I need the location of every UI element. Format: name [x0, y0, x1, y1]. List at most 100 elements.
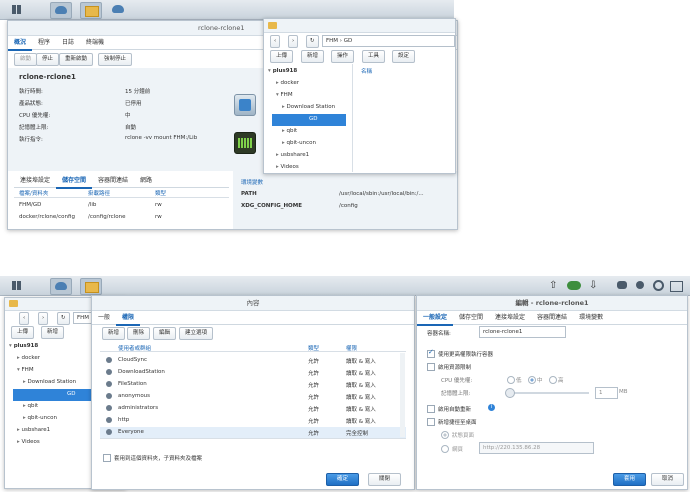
create-button[interactable]: 新增	[301, 50, 325, 63]
tree-item[interactable]: ▸ Download Station	[23, 379, 76, 385]
tools-button[interactable]: 工具	[362, 50, 386, 63]
upload-button[interactable]: 上傳	[11, 326, 35, 339]
permission-row[interactable]: administrators 允許 讀取 & 寫入	[100, 403, 406, 414]
tab-links[interactable]: 容器間連結	[531, 311, 573, 324]
back-button[interactable]: ‹	[19, 312, 30, 325]
tab-general[interactable]: 一般	[92, 311, 116, 324]
tree-item[interactable]: GD	[23, 391, 76, 397]
tab-log[interactable]: 日誌	[56, 36, 80, 49]
cloud-sync-icon[interactable]	[564, 278, 584, 293]
memory-limit-input[interactable]: 1	[595, 387, 618, 399]
tree-item[interactable]: ▸ usbshare1	[17, 427, 50, 433]
permission-row[interactable]: FileStation 允許 讀取 & 寫入	[100, 379, 406, 390]
delete-permission-button[interactable]: 刪除	[127, 327, 151, 340]
desktop-shortcut-checkbox[interactable]	[427, 418, 435, 426]
permission-row[interactable]: CloudSync 允許 讀取 & 寫入	[100, 355, 406, 366]
edit-permission-button[interactable]: 編輯	[153, 327, 177, 340]
tree-item[interactable]: GD	[282, 116, 318, 122]
tree-item[interactable]: ▾ FHM	[276, 92, 293, 98]
refresh-button[interactable]: ↻	[306, 35, 319, 48]
chat-icon[interactable]	[612, 278, 632, 293]
add-permission-button[interactable]: 新增	[102, 327, 126, 340]
tree-item[interactable]: ▸ Download Station	[282, 104, 335, 110]
cpu-low-radio[interactable]	[507, 376, 515, 384]
upload-tray-icon[interactable]: ⇧	[544, 278, 564, 293]
docker2-taskbar-button[interactable]	[108, 2, 128, 17]
tab-port-settings[interactable]: 連接埠設定	[489, 311, 531, 324]
apply-subfolders-checkbox[interactable]	[103, 454, 111, 462]
tab-volumes[interactable]: 儲存空間	[56, 174, 93, 189]
main-menu-button[interactable]	[6, 2, 26, 17]
info-icon[interactable]: i	[488, 404, 495, 411]
tree-item[interactable]: ▸ qbit-uncon	[23, 415, 57, 421]
web-radio[interactable]	[441, 445, 449, 453]
cpu-high-radio[interactable]	[549, 376, 557, 384]
filestation-taskbar-button[interactable]	[80, 278, 102, 295]
forward-button[interactable]: ›	[38, 312, 49, 325]
widgets-icon[interactable]	[666, 278, 686, 293]
container-name-input[interactable]: rclone-rclone1	[479, 326, 566, 338]
permission-level: 讀取 & 寫入	[346, 395, 376, 401]
tab-network[interactable]: 網路	[134, 174, 158, 187]
back-button[interactable]: ‹	[270, 35, 281, 48]
tree-item[interactable]: ▸ usbshare1	[276, 152, 309, 158]
tree-item[interactable]: ▾ plus918	[9, 343, 38, 349]
cancel-button[interactable]: 取消	[651, 473, 685, 486]
ok-button[interactable]: 確定	[326, 473, 360, 486]
tree-item-label: GD	[309, 116, 318, 122]
privileged-checkbox[interactable]: ✓	[427, 348, 435, 358]
stop-button[interactable]: 停止	[36, 53, 60, 66]
permission-row[interactable]: http 允許 讀取 & 寫入	[100, 415, 406, 426]
tab-volume[interactable]: 儲存空間	[453, 311, 489, 324]
tab-ports[interactable]: 連接埠設定	[14, 174, 56, 187]
column-name-header[interactable]: 名稱	[361, 67, 372, 75]
tab-environment[interactable]: 環境變數	[573, 311, 609, 324]
resource-limit-checkbox[interactable]	[427, 363, 435, 371]
tree-item[interactable]: ▸ docker	[17, 355, 40, 361]
filestation-taskbar-button[interactable]	[80, 2, 102, 19]
apply-button[interactable]: 套用	[613, 473, 647, 486]
forward-button[interactable]: ›	[288, 35, 299, 48]
tab-overview[interactable]: 概況	[8, 36, 33, 51]
upload-button[interactable]: 上傳	[270, 50, 294, 63]
download-tray-icon[interactable]: ⇩	[584, 278, 604, 293]
list-scrollbar[interactable]	[400, 353, 405, 437]
tab-terminal[interactable]: 終端機	[80, 36, 110, 49]
memory-slider-track[interactable]	[507, 392, 589, 394]
tree-item[interactable]: ▸ qbit-uncon	[282, 140, 316, 146]
tab-permissions[interactable]: 權限	[116, 311, 141, 326]
permission-row[interactable]: anonymous 允許 讀取 & 寫入	[100, 391, 406, 402]
search-icon[interactable]	[648, 278, 668, 293]
force-stop-button[interactable]: 強制停止	[98, 53, 133, 66]
tree-item[interactable]: ▾ FHM	[17, 367, 34, 373]
status-page-radio[interactable]	[441, 431, 449, 439]
tree-item[interactable]: ▸ docker	[276, 80, 299, 86]
create-button[interactable]: 新增	[41, 326, 65, 339]
autostart-checkbox[interactable]	[427, 405, 435, 413]
memory-slider-handle[interactable]	[505, 388, 515, 398]
user-icon[interactable]	[630, 278, 650, 293]
settings-button[interactable]: 設定	[392, 50, 416, 63]
tree-item[interactable]: ▾ plus918	[268, 68, 297, 74]
permission-row[interactable]: DownloadStation 允許 讀取 & 寫入	[100, 367, 406, 378]
web-url-input[interactable]: http://220.135.86.28	[479, 442, 594, 454]
tree-item[interactable]: ▸ Videos	[276, 164, 299, 170]
create-options-button[interactable]: 建立選項	[179, 327, 214, 340]
action-button[interactable]: 操作	[331, 50, 355, 63]
close-button[interactable]: 關閉	[368, 473, 402, 486]
permission-row[interactable]: Everyone 允許 完全控制	[100, 427, 406, 438]
restart-button[interactable]: 重新啟動	[59, 53, 94, 66]
tree-item[interactable]: ▸ Videos	[17, 439, 40, 445]
docker-taskbar-button[interactable]	[50, 278, 72, 295]
tree-item[interactable]: ▸ qbit	[282, 128, 297, 134]
refresh-button[interactable]: ↻	[57, 312, 70, 325]
main-menu-button[interactable]	[6, 278, 26, 293]
docker-taskbar-button[interactable]	[50, 2, 72, 19]
tab-links[interactable]: 容器間連結	[92, 174, 134, 187]
start-button[interactable]: 啟動	[14, 53, 38, 66]
tab-general-settings[interactable]: 一般設定	[417, 311, 454, 326]
path-input[interactable]: FHM › GD	[322, 35, 455, 47]
tree-item[interactable]: ▸ qbit	[23, 403, 38, 409]
cpu-mid-radio[interactable]	[528, 376, 536, 384]
tab-process[interactable]: 程序	[32, 36, 56, 49]
